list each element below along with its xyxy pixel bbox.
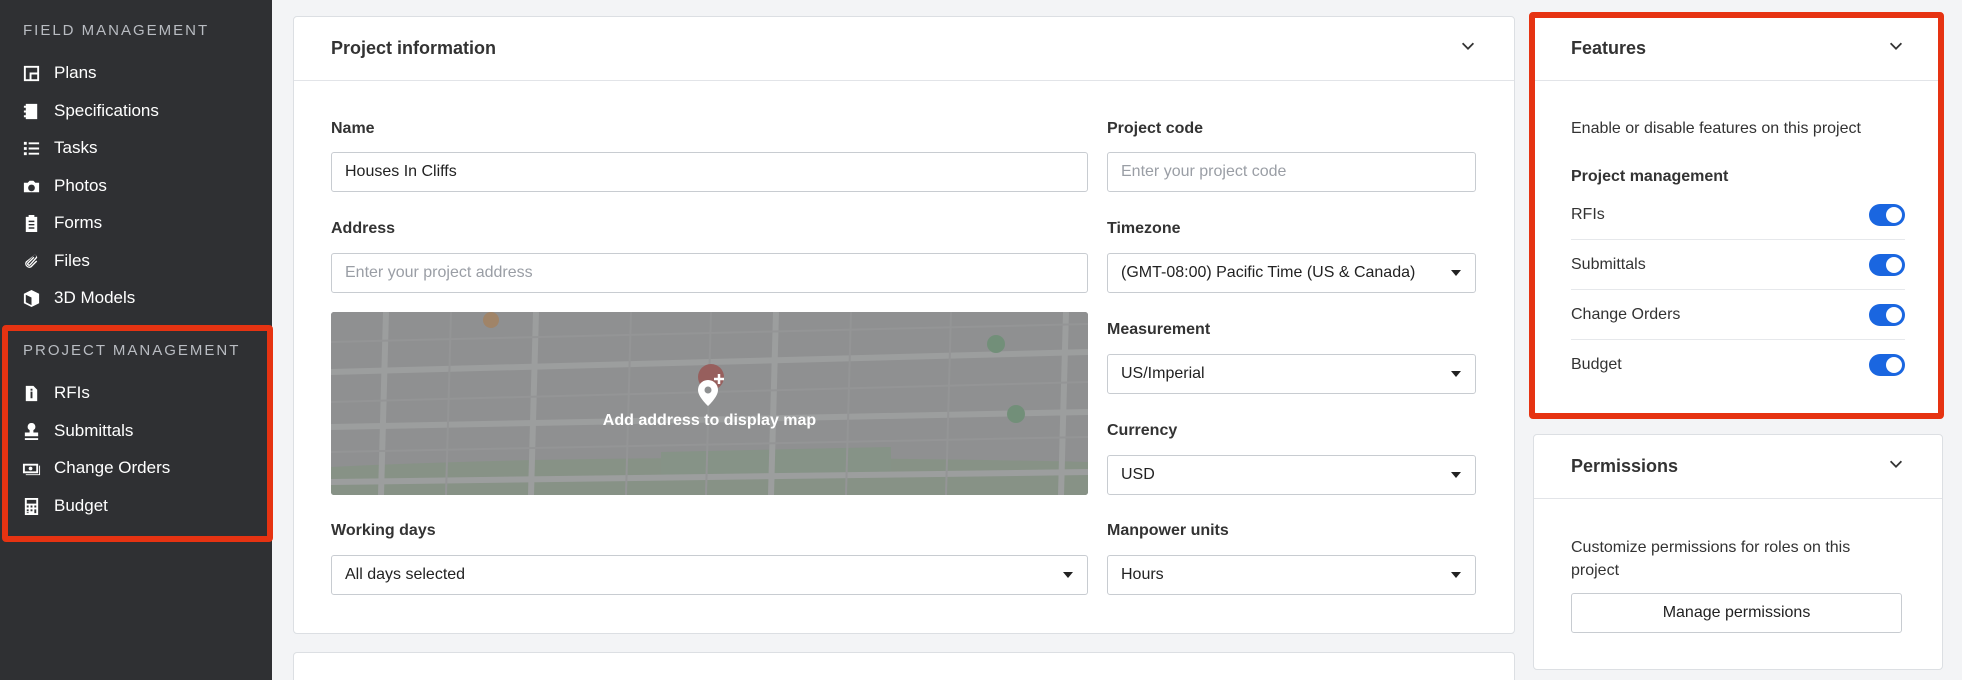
- currency-value: USD: [1121, 466, 1155, 483]
- project-code-label: Project code: [1107, 120, 1204, 137]
- working-days-label: Working days: [331, 522, 436, 539]
- working-days-value: All days selected: [345, 566, 466, 583]
- tasks-icon: [20, 137, 42, 159]
- cube-icon: [20, 287, 42, 309]
- sidebar-item-label: Files: [54, 251, 90, 270]
- measurement-value: US/Imperial: [1121, 365, 1205, 382]
- permissions-title: Permissions: [1571, 456, 1679, 476]
- caret-down-icon: [1451, 371, 1461, 377]
- project-information-title: Project information: [331, 38, 497, 58]
- specifications-icon: [20, 100, 42, 122]
- sidebar-item-photos[interactable]: Photos: [20, 171, 260, 201]
- chevron-down-icon[interactable]: [1887, 455, 1905, 478]
- clipboard-icon: [20, 212, 42, 234]
- timezone-label: Timezone: [1107, 220, 1181, 237]
- measurement-select[interactable]: US/Imperial: [1107, 354, 1476, 394]
- next-card: [293, 652, 1515, 680]
- sidebar-item-label: Specifications: [54, 101, 159, 120]
- timezone-select[interactable]: (GMT-08:00) Pacific Time (US & Canada): [1107, 253, 1476, 293]
- sidebar-item-label: Forms: [54, 213, 103, 232]
- project-code-field[interactable]: Enter your project code: [1107, 152, 1476, 192]
- name-field[interactable]: Houses In Cliffs: [331, 152, 1088, 192]
- currency-select[interactable]: USD: [1107, 455, 1476, 495]
- features-highlight-box: [1529, 12, 1944, 419]
- sidebar-item-files[interactable]: Files: [20, 246, 260, 276]
- project-code-placeholder: Enter your project code: [1121, 163, 1287, 180]
- sidebar-item-tasks[interactable]: Tasks: [20, 133, 260, 163]
- caret-down-icon: [1451, 270, 1461, 276]
- sidebar-item-plans[interactable]: Plans: [20, 58, 260, 88]
- manpower-units-select[interactable]: Hours: [1107, 555, 1476, 595]
- sidebar-item-label: 3D Models: [54, 288, 136, 307]
- sidebar-item-forms[interactable]: Forms: [20, 208, 260, 238]
- working-days-select[interactable]: All days selected: [331, 555, 1088, 595]
- address-placeholder: Enter your project address: [345, 264, 533, 281]
- sidebar-item-specifications[interactable]: Specifications: [20, 96, 260, 126]
- sidebar-item-label: Tasks: [54, 138, 98, 157]
- map-placeholder-text: Add address to display map: [602, 412, 817, 429]
- measurement-label: Measurement: [1107, 321, 1211, 338]
- caret-down-icon: [1451, 472, 1461, 478]
- caret-down-icon: [1063, 572, 1073, 578]
- permissions-description: Customize permissions for roles on this …: [1571, 539, 1851, 579]
- sidebar-item-label: Photos: [54, 176, 107, 195]
- manpower-units-value: Hours: [1121, 566, 1164, 583]
- address-label: Address: [331, 220, 396, 237]
- caret-down-icon: [1451, 572, 1461, 578]
- name-label: Name: [331, 120, 375, 137]
- chevron-down-icon[interactable]: [1459, 37, 1477, 60]
- paperclip-icon: [20, 250, 42, 272]
- manage-permissions-button[interactable]: Manage permissions: [1571, 593, 1902, 633]
- plans-icon: [20, 62, 42, 84]
- sidebar-item-3d-models[interactable]: 3D Models: [20, 283, 260, 313]
- manpower-units-label: Manpower units: [1107, 522, 1229, 539]
- currency-label: Currency: [1107, 422, 1178, 439]
- sidebar-item-label: Plans: [54, 63, 97, 82]
- map-preview: Add address to display map: [331, 312, 1088, 495]
- timezone-value: (GMT-08:00) Pacific Time (US & Canada): [1121, 264, 1416, 281]
- project-information-header[interactable]: Project information: [294, 17, 1514, 81]
- camera-icon: [20, 175, 42, 197]
- address-field[interactable]: Enter your project address: [331, 253, 1088, 293]
- add-location-icon: [698, 374, 724, 406]
- field-management-header: FIELD MANAGEMENT: [23, 22, 210, 39]
- sidebar-highlight-box: [2, 325, 273, 542]
- name-value: Houses In Cliffs: [345, 163, 457, 180]
- permissions-header[interactable]: Permissions: [1534, 435, 1942, 499]
